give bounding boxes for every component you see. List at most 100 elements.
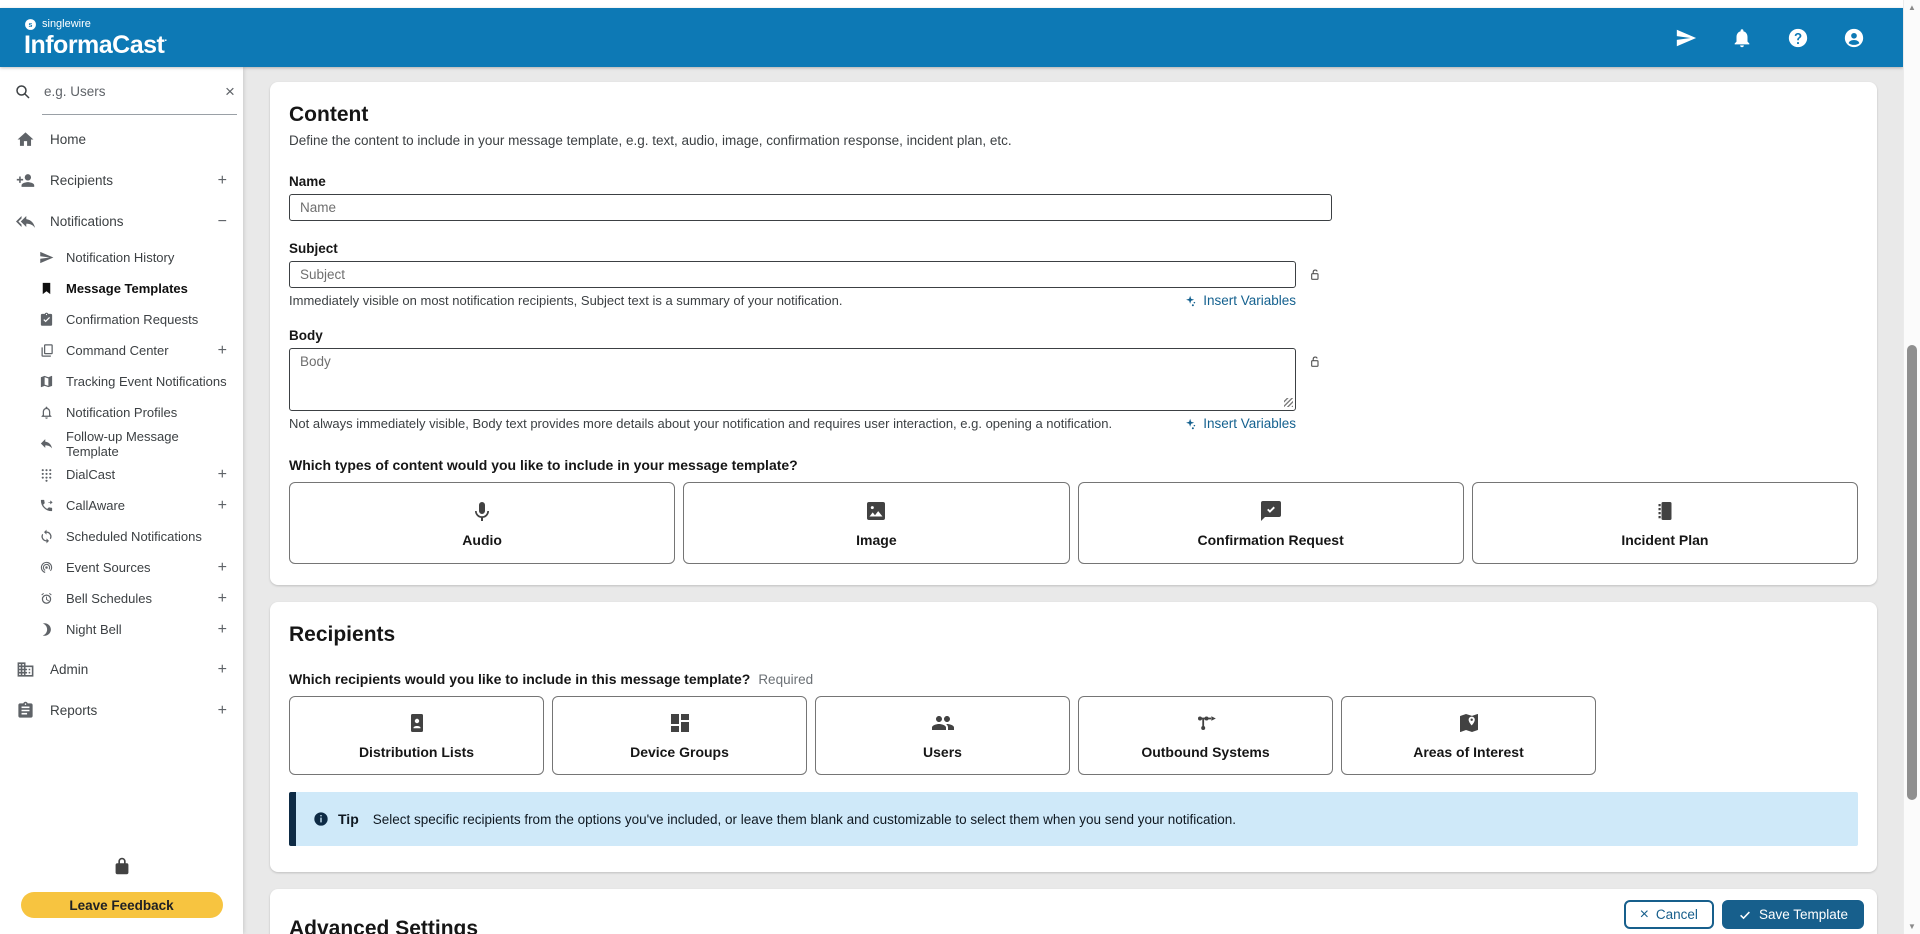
sidebar-item-scheduled-notifications[interactable]: Scheduled Notifications — [0, 521, 243, 552]
sidebar-item-event-sources[interactable]: Event Sources + — [0, 552, 243, 583]
expand-plus-icon: + — [218, 621, 227, 639]
sidebar-item-label: Command Center — [66, 343, 169, 358]
moon-icon — [39, 622, 54, 637]
sidebar-item-command-center[interactable]: Command Center + — [0, 335, 243, 366]
name-label: Name — [289, 174, 1858, 189]
insert-variables-link[interactable]: Insert Variables — [1184, 416, 1296, 431]
contact-page-icon — [405, 711, 429, 735]
expand-plus-icon: + — [218, 661, 227, 679]
distribution-lists-button[interactable]: Distribution Lists — [289, 696, 544, 775]
top-strip — [0, 0, 1903, 8]
sidebar-item-label: Recipients — [50, 173, 113, 188]
sidebar-item-message-templates[interactable]: Message Templates — [0, 273, 243, 304]
brand-logo[interactable]: singlewire InformaCast· — [24, 18, 167, 58]
scroll-up-icon[interactable]: ▲ — [1904, 3, 1920, 12]
name-field[interactable] — [289, 194, 1332, 221]
brand-product: InformaCast — [24, 31, 164, 59]
sidebar-item-label: Notification History — [66, 250, 174, 265]
sidebar-item-label: Bell Schedules — [66, 591, 152, 606]
sidebar-item-label: Notification Profiles — [66, 405, 177, 420]
scrollbar-thumb[interactable] — [1907, 345, 1917, 800]
tile-label: Areas of Interest — [1413, 744, 1523, 760]
insert-variables-link[interactable]: Insert Variables — [1184, 293, 1296, 308]
tile-label: Incident Plan — [1621, 532, 1708, 548]
save-template-button[interactable]: Save Template — [1722, 900, 1864, 929]
expand-plus-icon: + — [218, 702, 227, 720]
sidebar-item-label: Event Sources — [66, 560, 151, 575]
clear-search-icon[interactable]: × — [223, 82, 237, 102]
sidebar-item-reports[interactable]: Reports + — [0, 690, 243, 731]
sidebar-item-confirmation-requests[interactable]: Confirmation Requests — [0, 304, 243, 335]
recipients-question: Which recipients would you like to inclu… — [289, 671, 750, 687]
sidebar-item-follow-up-message-template[interactable]: Follow-up Message Template — [0, 428, 243, 459]
outbound-systems-button[interactable]: Outbound Systems — [1078, 696, 1333, 775]
sidebar-nav: Home Recipients + Notifications − Notifi… — [0, 119, 243, 849]
bookmark-icon — [39, 281, 54, 296]
users-button[interactable]: Users — [815, 696, 1070, 775]
sidebar-item-label: Message Templates — [66, 281, 188, 296]
required-badge: Required — [758, 672, 813, 687]
sidebar-item-home[interactable]: Home — [0, 119, 243, 160]
search-icon — [14, 83, 32, 101]
image-icon — [864, 499, 888, 523]
sidebar-item-label: CallAware — [66, 498, 125, 513]
image-content-button[interactable]: Image — [683, 482, 1069, 564]
content-section: Content Define the content to include in… — [270, 82, 1877, 585]
dashboard-grid-icon — [668, 711, 692, 735]
auto-awesome-icon — [1184, 294, 1198, 308]
notifications-bell-icon[interactable] — [1731, 27, 1753, 49]
subject-field[interactable] — [289, 261, 1296, 288]
sidebar-item-notification-history[interactable]: Notification History — [0, 242, 243, 273]
insert-variables-label: Insert Variables — [1203, 416, 1296, 431]
body-field[interactable] — [289, 348, 1296, 411]
device-groups-button[interactable]: Device Groups — [552, 696, 807, 775]
bubble-check-icon — [1259, 499, 1283, 523]
sidebar-item-tracking-event-notifications[interactable]: Tracking Event Notifications — [0, 366, 243, 397]
account-icon[interactable] — [1843, 27, 1865, 49]
cancel-label: Cancel — [1656, 907, 1698, 922]
microphone-icon — [470, 499, 494, 523]
lock-icon — [111, 855, 133, 877]
network-flow-icon — [1194, 711, 1218, 735]
search-input[interactable] — [42, 83, 223, 100]
sidebar-item-recipients[interactable]: Recipients + — [0, 160, 243, 201]
sidebar-item-notifications[interactable]: Notifications − — [0, 201, 243, 242]
tile-label: Confirmation Request — [1198, 532, 1344, 548]
tile-label: Distribution Lists — [359, 744, 474, 760]
brand-product-mark: · — [164, 35, 167, 46]
people-group-icon — [931, 711, 955, 735]
sidebar-item-dialcast[interactable]: DialCast + — [0, 459, 243, 490]
tip-banner: Tip Select specific recipients from the … — [289, 792, 1858, 846]
singlewire-logo-icon — [24, 18, 37, 31]
sidebar-item-bell-schedules[interactable]: Bell Schedules + — [0, 583, 243, 614]
incident-plan-content-button[interactable]: Incident Plan — [1472, 482, 1858, 564]
sidebar-item-label: Follow-up Message Template — [66, 429, 227, 459]
leave-feedback-button[interactable]: Leave Feedback — [21, 892, 223, 918]
sidebar-item-label: DialCast — [66, 467, 115, 482]
areas-of-interest-button[interactable]: Areas of Interest — [1341, 696, 1596, 775]
audio-content-button[interactable]: Audio — [289, 482, 675, 564]
close-icon: × — [1640, 907, 1649, 923]
sidebar-item-night-bell[interactable]: Night Bell + — [0, 614, 243, 645]
cancel-button[interactable]: × Cancel — [1624, 900, 1714, 929]
sidebar-item-notification-profiles[interactable]: Notification Profiles — [0, 397, 243, 428]
sidebar-item-admin[interactable]: Admin + — [0, 649, 243, 690]
phone-forwarded-icon — [39, 498, 54, 513]
sidebar-item-label: Home — [50, 132, 86, 147]
sidebar-item-label: Tracking Event Notifications — [66, 374, 227, 389]
scroll-down-icon[interactable]: ▼ — [1904, 922, 1920, 931]
expand-plus-icon: + — [218, 466, 227, 484]
sidebar: × Home Recipients + Notifications − Noti… — [0, 67, 243, 934]
bell-outline-icon — [39, 405, 54, 420]
send-icon[interactable] — [1675, 27, 1697, 49]
person-add-icon — [16, 171, 35, 190]
confirmation-request-content-button[interactable]: Confirmation Request — [1078, 482, 1464, 564]
help-icon[interactable] — [1787, 27, 1809, 49]
reply-all-icon — [16, 212, 35, 231]
unlock-icon[interactable] — [1306, 354, 1322, 370]
sidebar-item-callaware[interactable]: CallAware + — [0, 490, 243, 521]
collapse-minus-icon: − — [218, 213, 227, 231]
vertical-scrollbar[interactable]: ▲ ▼ — [1903, 0, 1920, 934]
unlock-icon[interactable] — [1306, 267, 1322, 283]
signal-rings-icon — [39, 560, 54, 575]
